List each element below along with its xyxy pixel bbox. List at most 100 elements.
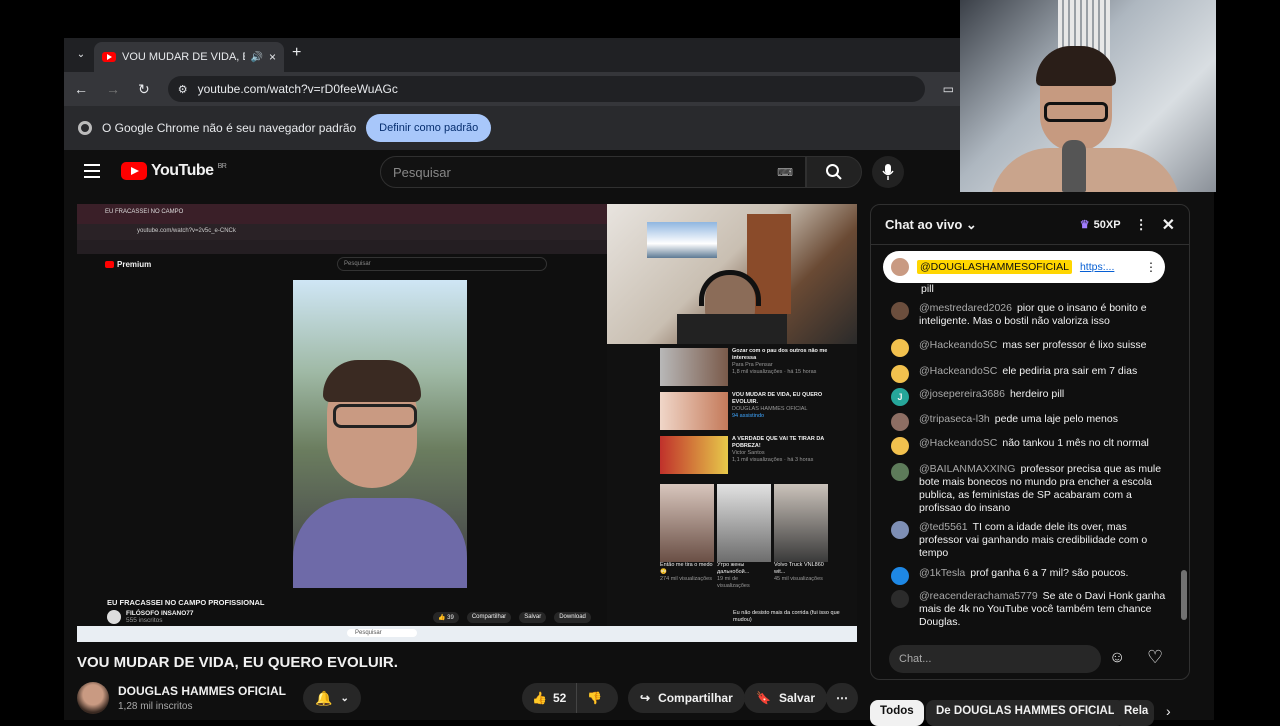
chat-message[interactable]: @reacenderachama5779 Se ate o Davi Honk g… — [891, 590, 1166, 629]
chat-text: ele pediria pra sair em 7 dias — [1002, 365, 1138, 377]
search-button[interactable] — [806, 156, 862, 188]
channel-avatar[interactable] — [77, 682, 109, 714]
wall-painting — [647, 222, 717, 258]
chat-author[interactable]: @ted5561 — [919, 521, 968, 533]
chat-close-icon[interactable]: ✕ — [1162, 215, 1175, 235]
chat-input[interactable]: Chat... — [889, 645, 1101, 673]
video-title: VOU MUDAR DE VIDA, EU QUERO EVOLUIR. — [77, 654, 398, 671]
chat-message[interactable]: J @josepereira3686 herdeiro pill — [891, 388, 1166, 406]
inner-search: Pesquisar — [337, 257, 547, 271]
xp-badge[interactable]: ♛ 50XP — [1080, 218, 1121, 232]
forward-icon[interactable]: → — [106, 81, 120, 97]
chat-message[interactable]: @HackeandoSC ele pediria pra sair em 7 di… — [891, 365, 1166, 383]
chat-author[interactable]: @HackeandoSC — [919, 437, 997, 449]
chat-message[interactable]: @1kTesla prof ganha 6 a 7 mil? são poucos… — [891, 567, 1166, 585]
new-tab-button[interactable]: + — [292, 44, 301, 62]
chip-related[interactable]: Rela — [1114, 700, 1154, 726]
more-actions-button[interactable]: ⋯ — [826, 683, 858, 713]
youtube-favicon-icon — [102, 52, 116, 62]
chat-message[interactable]: @tripaseca-l3h pede uma laje pelo menos — [891, 413, 1166, 431]
site-info-icon[interactable]: ⚙ — [178, 83, 188, 96]
chat-menu-icon[interactable]: ⋮ — [1135, 217, 1148, 233]
voice-search-button[interactable] — [872, 156, 904, 188]
inner-premium-logo: Premium — [105, 260, 151, 269]
chat-message[interactable]: @ted5561 TI com a idade dele its over, ma… — [891, 521, 1166, 560]
cast-icon[interactable]: ▭ — [943, 82, 954, 96]
chat-header: Chat ao vivo ⌄ ♛ 50XP ⋮ ✕ — [871, 205, 1189, 245]
inner-url: youtube.com/watch?v=2v5c_e-CNCk — [137, 228, 236, 234]
channel-name[interactable]: DOUGLAS HAMMES OFICIAL — [118, 684, 286, 698]
infobar-text: O Google Chrome não é seu navegador padr… — [102, 121, 357, 135]
youtube-logo[interactable]: YouTube BR — [121, 162, 227, 180]
keyboard-icon[interactable]: ⌨ — [777, 166, 793, 179]
chat-message[interactable]: @HackeandoSC mas ser professor é lixo sui… — [891, 339, 1166, 357]
thumbs-up-icon: 👍 — [532, 691, 547, 705]
chat-avatar — [891, 521, 909, 539]
chat-author[interactable]: @BAILANMAXXING — [919, 463, 1015, 475]
address-toolbar: ← → ↻ ⚙ youtube.com/watch?v=rD0feeWuAGc … — [64, 72, 964, 106]
chat-author[interactable]: @1kTesla — [919, 567, 965, 579]
person-hair — [323, 360, 421, 402]
reload-icon[interactable]: ↻ — [138, 81, 150, 98]
chat-message[interactable]: @HackeandoSC não tankou 1 mês no clt norm… — [891, 437, 1166, 455]
url-bar[interactable]: ⚙ youtube.com/watch?v=rD0feeWuAGc — [167, 76, 925, 102]
chat-author[interactable]: @tripaseca-l3h — [919, 413, 990, 425]
emoji-icon[interactable]: ☺ — [1109, 649, 1125, 667]
chat-author[interactable]: @reacenderachama5779 — [919, 590, 1038, 602]
tab-close-icon[interactable]: × — [269, 50, 276, 64]
search-icon — [826, 164, 842, 180]
chat-avatar — [891, 365, 909, 383]
chat-message[interactable]: @BAILANMAXXING professor precisa que as m… — [891, 463, 1166, 515]
chevron-right-icon[interactable]: › — [1166, 703, 1171, 719]
search-input[interactable]: Pesquisar ⌨ — [380, 156, 806, 188]
bookmark-icon: 🔖 — [756, 691, 771, 705]
notification-bell-button[interactable]: 🔔 ⌄ — [303, 683, 361, 713]
youtube-play-icon — [121, 162, 147, 180]
chat-mode-dropdown[interactable]: Chat ao vivo ⌄ — [885, 217, 977, 233]
browser-tab[interactable]: VOU MUDAR DE VIDA, EU QU 🔊 × — [94, 42, 284, 72]
chat-message[interactable]: @mestredared2026 pior que o insano é boni… — [891, 302, 1166, 328]
microphone — [1062, 140, 1086, 192]
chat-author[interactable]: @HackeandoSC — [919, 365, 997, 377]
streamer-webcam — [607, 204, 857, 344]
pinned-link[interactable]: https:... — [1080, 261, 1137, 273]
pinned-message[interactable]: @DOUGLASHAMMESOFICIAL https:... ⋮ — [883, 251, 1165, 283]
menu-icon[interactable] — [84, 164, 100, 178]
chip-all[interactable]: Todos — [870, 700, 924, 726]
audio-icon[interactable]: 🔊 — [251, 52, 263, 63]
chat-avatar — [891, 302, 909, 320]
video-player[interactable]: EU FRACASSEI NO CAMPO youtube.com/watch?… — [77, 204, 857, 644]
chat-message-body: @josepereira3686 herdeiro pill — [919, 388, 1064, 406]
chat-avatar — [891, 590, 909, 608]
chat-avatar — [891, 437, 909, 455]
inner-actions: 👍 39 Compartilhar Salvar Download — [433, 612, 591, 623]
tab-search-dropdown[interactable]: ⌄ — [72, 46, 90, 64]
chat-avatar — [891, 567, 909, 585]
inner-bookmarks-bar — [77, 240, 607, 254]
chat-message-body: @reacenderachama5779 Se ate o Davi Honk g… — [919, 590, 1166, 629]
chip-from-channel[interactable]: De DOUGLAS HAMMES OFICIAL — [926, 700, 1125, 726]
share-button[interactable]: ↪ Compartilhar — [628, 683, 745, 713]
taskbar-search: Pesquisar — [347, 629, 417, 637]
chat-avatar — [891, 463, 909, 481]
pinned-avatar — [891, 258, 909, 276]
set-default-button[interactable]: Definir como padrão — [366, 114, 492, 142]
chat-author[interactable]: @josepereira3686 — [919, 388, 1005, 400]
heart-icon[interactable]: ♡ — [1147, 647, 1163, 668]
pinned-menu-icon[interactable]: ⋮ — [1145, 260, 1157, 274]
like-dislike-group: 👍 52 👎 — [522, 683, 618, 713]
back-icon[interactable]: ← — [74, 81, 88, 97]
chat-author[interactable]: @mestredared2026 — [919, 302, 1012, 314]
share-icon: ↪ — [640, 691, 651, 705]
inner-video-frame — [293, 280, 467, 588]
save-button[interactable]: 🔖 Salvar — [744, 683, 827, 713]
glasses — [333, 404, 417, 428]
chat-author[interactable]: @HackeandoSC — [919, 339, 997, 351]
chat-message-body: @HackeandoSC não tankou 1 mês no clt norm… — [919, 437, 1149, 455]
chat-avatar — [891, 339, 909, 357]
like-button[interactable]: 👍 52 — [522, 683, 578, 713]
chat-scrollbar[interactable] — [1181, 570, 1187, 620]
inner-video-title: EU FRACASSEI NO CAMPO PROFISSIONAL — [107, 598, 265, 607]
dislike-button[interactable]: 👎 — [577, 691, 612, 705]
inner-channel: FILÓSOFO INSANO77 555 inscritos — [107, 610, 194, 624]
